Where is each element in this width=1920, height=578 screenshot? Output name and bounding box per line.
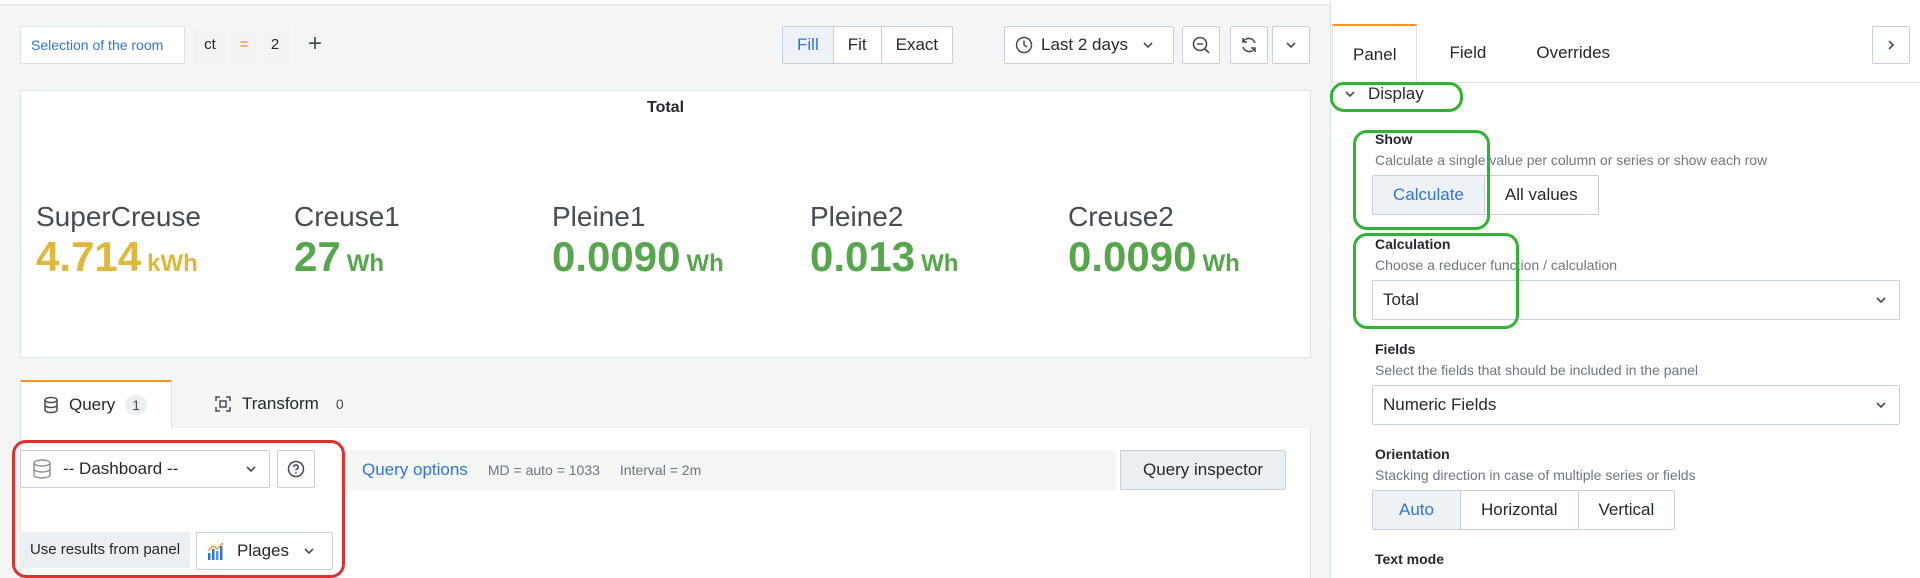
exact-mode-button[interactable]: Exact xyxy=(882,27,953,63)
collapse-options-button[interactable] xyxy=(1872,26,1910,64)
chevron-right-icon xyxy=(1885,39,1897,51)
text-mode-label: Text mode xyxy=(1375,551,1444,567)
query-inspector-button[interactable]: Query inspector xyxy=(1120,450,1286,490)
orientation-label: Orientation xyxy=(1375,446,1450,462)
stat-value: 0.0090 Wh xyxy=(552,233,724,280)
transform-count-badge: 0 xyxy=(335,396,344,412)
tab-transform[interactable]: Transform 0 xyxy=(214,380,351,428)
zoom-out-button[interactable] xyxy=(1182,26,1220,64)
max-data-points-info: MD = auto = 1033 xyxy=(487,462,600,478)
interval-info: Interval = 2m xyxy=(619,462,702,478)
stat-pleine2: Pleine2 0.013 Wh xyxy=(810,201,958,281)
stat-name: Creuse1 xyxy=(294,201,400,232)
stat-value: 27 Wh xyxy=(294,233,385,280)
refresh-icon xyxy=(1239,35,1259,55)
fields-label: Fields xyxy=(1375,341,1416,357)
chevron-down-icon xyxy=(1142,39,1154,51)
time-range-picker[interactable]: Last 2 days xyxy=(1004,26,1174,64)
panel-title: Total xyxy=(646,99,685,116)
add-filter-button[interactable]: + xyxy=(298,26,332,64)
query-options-link[interactable]: Query options xyxy=(362,460,468,480)
panel-preview: Total SuperCreuse 4.714 kWh Creuse1 27 Wh … xyxy=(20,90,1311,358)
highlight-calculation-option xyxy=(1353,233,1519,329)
stat-supercreuse: SuperCreuse 4.714 kWh xyxy=(36,201,201,281)
query-options-bar: Query options MD = auto = 1033 Interval … xyxy=(340,450,1116,490)
query-count-badge: 1 xyxy=(125,395,148,415)
orientation-auto-option[interactable]: Auto xyxy=(1373,491,1461,529)
tab-transform-label: Transform xyxy=(242,394,319,413)
tab-field[interactable]: Field xyxy=(1417,24,1518,82)
variable-value-chip[interactable]: 2 xyxy=(260,26,290,64)
stat-value: 4.714 kWh xyxy=(36,233,198,280)
orientation-description: Stacking direction in case of multiple s… xyxy=(1375,467,1696,483)
database-icon xyxy=(43,396,59,414)
stat-name: SuperCreuse xyxy=(36,201,201,232)
stat-name: Pleine1 xyxy=(552,201,646,232)
fields-select[interactable]: Numeric Fields xyxy=(1372,385,1900,425)
stat-name: Creuse2 xyxy=(1068,201,1174,232)
stat-value: 0.0090 Wh xyxy=(1068,233,1240,280)
orientation-vertical-option[interactable]: Vertical xyxy=(1579,491,1675,529)
options-tabs: Panel Field Overrides xyxy=(1332,24,1628,82)
fill-mode-button[interactable]: Fill xyxy=(783,27,834,63)
show-all-values-option[interactable]: All values xyxy=(1485,176,1598,214)
stat-pleine1: Pleine1 0.0090 Wh xyxy=(552,201,724,281)
fit-mode-button[interactable]: Fit xyxy=(834,27,882,63)
transform-icon xyxy=(214,395,232,413)
highlight-datasource-section xyxy=(12,440,345,578)
chevron-down-icon xyxy=(1875,294,1887,306)
orientation-horizontal-option[interactable]: Horizontal xyxy=(1461,491,1579,529)
zoom-out-icon xyxy=(1191,35,1211,55)
clock-icon xyxy=(1015,36,1033,54)
stat-creuse2: Creuse2 0.0090 Wh xyxy=(1068,201,1240,281)
tab-overrides[interactable]: Overrides xyxy=(1518,24,1628,82)
refresh-button[interactable] xyxy=(1230,26,1268,64)
variable-label: Selection of the room xyxy=(20,26,185,64)
tab-panel[interactable]: Panel xyxy=(1332,24,1418,82)
time-range-label: Last 2 days xyxy=(1041,35,1128,54)
tab-query-label: Query xyxy=(69,395,116,414)
stat-name: Pleine2 xyxy=(810,201,904,232)
variable-key-chip[interactable]: ct xyxy=(193,26,227,64)
fields-description: Select the fields that should be include… xyxy=(1375,362,1699,378)
tab-query[interactable]: Query 1 xyxy=(20,380,172,428)
stat-creuse1: Creuse1 27 Wh xyxy=(294,201,400,281)
display-mode-group: Fill Fit Exact xyxy=(782,26,954,64)
variable-operator-chip[interactable]: = xyxy=(232,26,256,64)
chevron-down-icon xyxy=(1875,399,1887,411)
highlight-display-section xyxy=(1330,82,1463,112)
stat-value: 0.013 Wh xyxy=(810,233,959,280)
highlight-show-option xyxy=(1353,130,1490,230)
fields-value: Numeric Fields xyxy=(1383,395,1497,414)
chevron-down-icon xyxy=(1285,39,1297,51)
orientation-radio-group: Auto Horizontal Vertical xyxy=(1372,490,1676,530)
refresh-interval-dropdown[interactable] xyxy=(1272,26,1310,64)
